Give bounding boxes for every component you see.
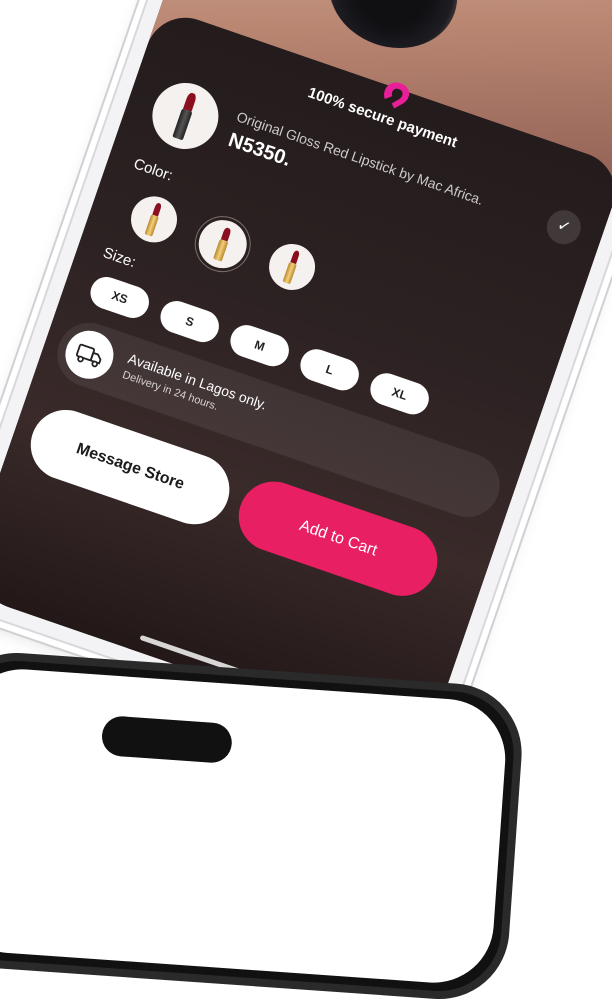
check-icon[interactable]: ✓: [542, 205, 586, 249]
product-thumbnail: [143, 74, 228, 158]
color-swatch-3[interactable]: [262, 237, 322, 297]
second-phone-screen: [0, 665, 510, 987]
lipstick-icon: [144, 202, 163, 237]
phone-screen: 100% secure payment ✓ Original Gloss Red…: [0, 0, 612, 751]
phone-mockup: 100% secure payment ✓ Original Gloss Red…: [0, 0, 612, 771]
second-phone-mockup: [0, 648, 527, 1004]
color-swatch-1[interactable]: [124, 190, 184, 249]
lipstick-icon: [213, 226, 232, 262]
makeup-brush: [313, 0, 473, 66]
size-l-button[interactable]: L: [296, 344, 364, 395]
color-label: Color:: [131, 155, 175, 185]
lipstick-icon: [172, 92, 198, 141]
size-s-button[interactable]: S: [156, 296, 224, 347]
size-xs-button[interactable]: XS: [86, 272, 154, 323]
size-m-button[interactable]: M: [226, 320, 294, 371]
truck-icon: [58, 324, 120, 386]
size-label: Size:: [100, 244, 138, 272]
phone-notch: [100, 715, 234, 765]
size-xl-button[interactable]: XL: [366, 368, 434, 419]
lipstick-icon: [282, 250, 301, 284]
color-swatch-2[interactable]: [192, 213, 254, 275]
